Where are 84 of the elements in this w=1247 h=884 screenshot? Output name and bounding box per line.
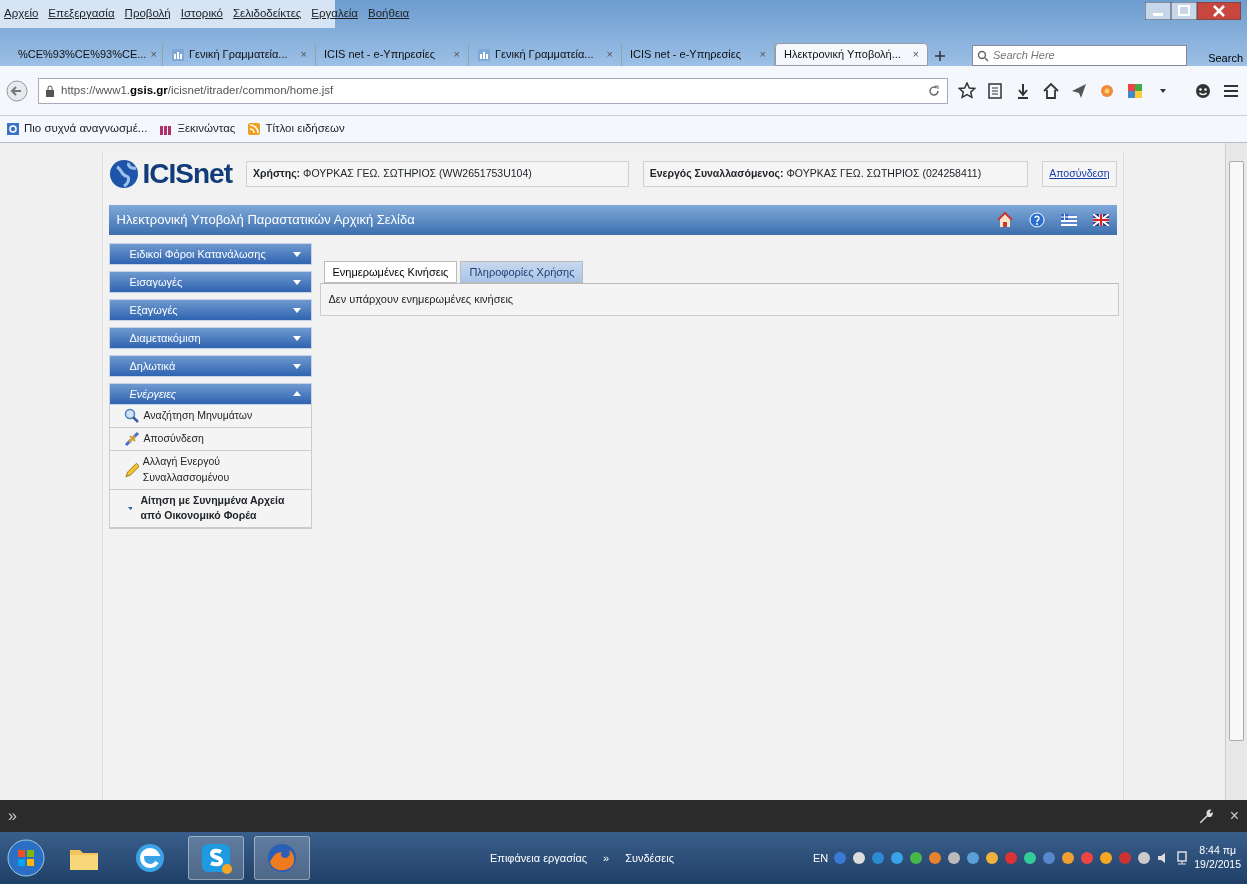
reading-list-icon[interactable] [986, 81, 1004, 100]
home-icon[interactable] [1042, 81, 1060, 100]
user-info: Χρήστης: ΦΟΥΡΚΑΣ ΓΕΩ. ΣΩΤΗΡΙΟΣ (WW2651753U104) [252, 166, 532, 182]
lock-icon [45, 84, 55, 97]
start-orb-icon[interactable] [6, 838, 46, 878]
content-tab[interactable]: Πληροφορίες Χρήσης [460, 261, 584, 283]
tray-app-icon[interactable] [985, 851, 1000, 865]
plug-icon [123, 431, 140, 447]
content-tab[interactable]: Ενημερωμένες Κινήσεις [323, 261, 458, 283]
clock[interactable]: 8:44 πμ 19/2/2015 [1194, 844, 1241, 872]
menu-section-header[interactable]: Εισαγωγές [108, 271, 312, 293]
magnifier-icon [123, 408, 140, 424]
tab-title: Γενική Γραμματεία... [495, 47, 594, 63]
tray-app-icon[interactable] [1061, 851, 1076, 865]
menu-item[interactable]: Επεξεργασία [48, 5, 115, 23]
menu-item[interactable]: Προβολή [124, 5, 171, 23]
menu-item[interactable]: Σελιδοδείκτες [232, 5, 302, 23]
tray-app-icon[interactable] [890, 851, 905, 865]
page-title: Ηλεκτρονική Υποβολή Παραστατικών Αρχική Σελίδα [116, 211, 415, 230]
tab-title: ICIS net - e-Υπηρεσίες [630, 47, 741, 63]
close-icon[interactable] [1197, 2, 1241, 20]
menu-section-header[interactable]: Δηλωτικά [108, 355, 312, 377]
star-icon[interactable] [958, 81, 976, 100]
tab-close-button[interactable]: × [912, 46, 919, 63]
tray-app-icon[interactable] [947, 851, 962, 865]
tray-app-icon[interactable] [928, 851, 943, 865]
menu-section-header[interactable]: Ενέργειες [108, 383, 312, 405]
taskbar-toolbar[interactable]: Συνδέσεις [625, 849, 674, 867]
paper-plane-icon[interactable] [1070, 81, 1088, 100]
pencil-icon [123, 461, 139, 478]
empty-message: Δεν υπάρχουν ενημερωμένες κινήσεις [328, 292, 514, 308]
tab-title: Ηλεκτρονική Υποβολή... [784, 47, 901, 63]
menu-item[interactable]: Αναζήτηση Μηνυμάτων [109, 405, 311, 428]
menu-item[interactable]: Βοήθεια [368, 5, 410, 23]
scrollbar[interactable] [1225, 143, 1247, 800]
tab-close-button[interactable]: × [759, 46, 766, 63]
address-bar[interactable]: https://www1.gsis.gr/icisnet/itrader/common/home.jsf [38, 77, 948, 104]
bookmark-link[interactable]: Τίτλοι ειδήσεων [265, 120, 345, 138]
tab-close-button[interactable]: × [606, 46, 613, 63]
tray-app-icon[interactable] [1137, 851, 1152, 865]
menu-item[interactable]: Εργαλεία [311, 5, 359, 23]
tab-title: Γενική Γραμματεία... [189, 47, 288, 63]
url-text: https://www1.gsis.gr/icisnet/itrader/common/home.jsf [61, 82, 334, 98]
cross-flag-icon[interactable] [1092, 214, 1109, 226]
minimize-icon[interactable] [1145, 2, 1171, 20]
tray-app-icon[interactable] [909, 851, 924, 865]
globe-logo-icon [108, 159, 139, 189]
search-button[interactable]: Search [1208, 49, 1243, 66]
browser-tab[interactable]: Ηλεκτρονική Υποβολή... × [775, 43, 928, 66]
rss-feed-icon [247, 122, 262, 136]
maximize-icon[interactable] [1171, 2, 1197, 20]
reload-icon[interactable] [927, 83, 941, 98]
tiles-icon[interactable] [1126, 81, 1144, 100]
caret-down-icon [127, 505, 133, 511]
menu-item[interactable]: Αρχείο [4, 5, 39, 23]
tab-title: %CE%93%CE%93%CE... [18, 47, 147, 63]
search-box[interactable]: Search Here [972, 45, 1187, 66]
expand-chevron[interactable]: » [8, 804, 17, 828]
striped-flag-icon[interactable] [1060, 214, 1077, 226]
tray-app-icon[interactable] [852, 851, 867, 865]
bookmark-link[interactable]: Πιο συχνά αναγνωσμέ... [24, 120, 148, 138]
tray-app-icon[interactable] [966, 851, 981, 865]
menu-section-header[interactable]: Ειδικοί Φόροι Κατανάλωσης [108, 243, 312, 265]
tab-close-button[interactable]: × [150, 46, 157, 63]
logo-text: ICISnet [142, 157, 232, 191]
smiley-icon[interactable] [1194, 81, 1212, 100]
menu-section-header[interactable]: Εξαγωγές [108, 299, 312, 321]
close-button[interactable]: × [1229, 804, 1239, 828]
tab-title: ICIS net - e-Υπηρεσίες [324, 47, 435, 63]
network-icon[interactable] [1175, 851, 1190, 865]
search-icon [977, 49, 989, 62]
wrench-icon[interactable] [1197, 808, 1214, 824]
tray-app-icon[interactable] [1023, 851, 1038, 865]
toolbar-chevron[interactable]: » [603, 849, 610, 867]
bookmark-link[interactable]: Ξεκινώντας [177, 120, 236, 138]
taskbar-toolbar[interactable]: Επιφάνεια εργασίας [490, 849, 588, 867]
tray-app-icon[interactable] [1099, 851, 1114, 865]
language-indicator[interactable]: EN [813, 849, 829, 867]
trader-info: Ενεργός Συναλλασόμενος: ΦΟΥΡΚΑΣ ΓΕΩ. ΣΩΤΗΡΙΟΣ (024258411) [649, 166, 982, 182]
menu-item[interactable]: Ιστορικό [180, 5, 223, 23]
tab-close-button[interactable]: × [300, 46, 307, 63]
help-icon[interactable] [1028, 212, 1045, 228]
menu-section-header[interactable]: Διαμετακόμιση [108, 327, 312, 349]
tab-close-button[interactable]: × [453, 46, 460, 63]
